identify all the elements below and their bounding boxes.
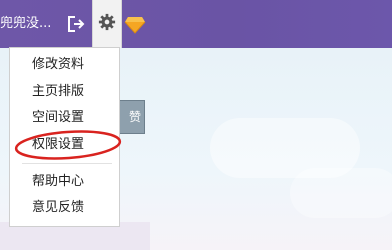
username-label[interactable]: 兜兜没... (0, 12, 51, 36)
menu-item-homepage-layout[interactable]: 主页排版 (32, 83, 84, 101)
menu-item-permission-settings[interactable]: 权限设置 (32, 136, 84, 154)
gear-icon[interactable] (98, 13, 116, 31)
top-bar: 兜兜没... (0, 0, 392, 48)
background-cloud (290, 168, 392, 218)
diamond-icon[interactable] (124, 14, 146, 34)
menu-item-feedback[interactable]: 意见反馈 (32, 199, 84, 217)
settings-dropdown-menu: 修改资料 主页排版 空间设置 权限设置 帮助中心 意见反馈 (9, 47, 120, 227)
settings-tab[interactable] (92, 0, 122, 48)
logout-icon[interactable] (66, 14, 86, 34)
menu-item-help-center[interactable]: 帮助中心 (32, 173, 84, 191)
menu-divider (22, 163, 112, 164)
like-button-label: 赞 (128, 110, 141, 124)
menu-item-space-settings[interactable]: 空间设置 (32, 109, 84, 127)
menu-item-edit-profile[interactable]: 修改资料 (32, 56, 84, 74)
